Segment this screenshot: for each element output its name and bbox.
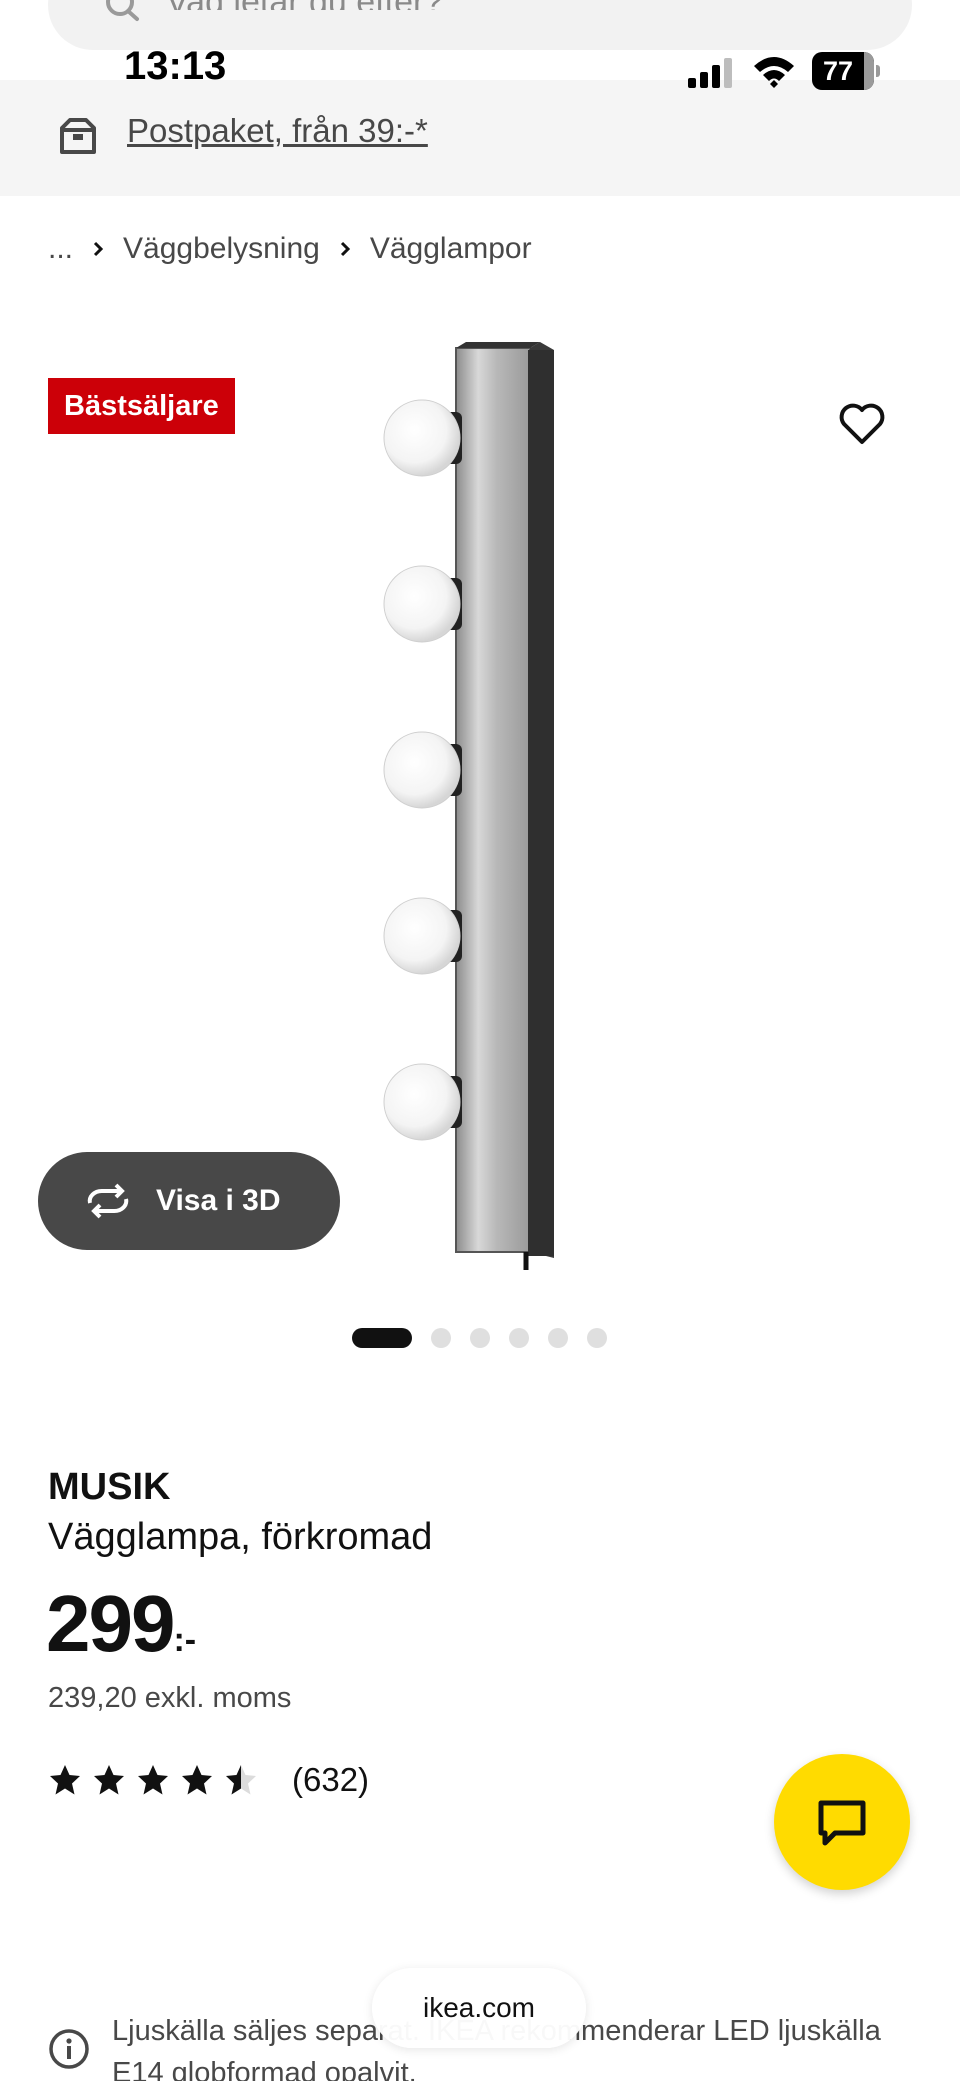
carousel-dot[interactable] (431, 1328, 451, 1348)
package-icon (60, 118, 96, 154)
info-icon (49, 2029, 89, 2069)
image-carousel-dots (352, 1327, 626, 1349)
product-price: 299:- (46, 1578, 196, 1670)
battery-cap (876, 65, 880, 77)
star-icon (182, 1765, 212, 1795)
bestseller-badge: Bästsäljare (48, 378, 235, 434)
carousel-dot[interactable] (470, 1328, 490, 1348)
carousel-dot[interactable] (352, 1328, 412, 1348)
chevron-right-icon (340, 241, 350, 257)
star-icon (138, 1765, 168, 1795)
carousel-dot[interactable] (548, 1328, 568, 1348)
breadcrumb: ... Väggbelysning Vägglampor (48, 228, 532, 270)
price-suffix: :- (173, 1621, 197, 1659)
chat-button[interactable] (774, 1754, 910, 1890)
view-3d-button[interactable]: Visa i 3D (38, 1152, 340, 1250)
delivery-link[interactable]: Postpaket, från 39:-* (127, 112, 428, 150)
chat-icon (818, 1800, 866, 1846)
breadcrumb-item-more[interactable]: ... (48, 232, 73, 266)
product-name: MUSIK (48, 1466, 171, 1508)
product-image[interactable] (380, 340, 580, 1280)
search-icon (106, 0, 139, 21)
status-time: 13:13 (124, 44, 227, 88)
heart-icon[interactable] (838, 400, 886, 448)
carousel-dot[interactable] (587, 1328, 607, 1348)
signal-icon (688, 58, 732, 88)
chevron-right-icon (93, 241, 104, 257)
rotate-3d-icon (87, 1183, 129, 1219)
star-icon (94, 1765, 124, 1795)
carousel-dot[interactable] (509, 1328, 529, 1348)
battery-empty (864, 52, 874, 90)
browser-url-pill[interactable]: ikea.com (372, 1968, 586, 2048)
search-placeholder: Vad letar du efter? (166, 0, 443, 10)
star-half-icon (226, 1765, 256, 1795)
wifi-icon (754, 57, 794, 88)
view-3d-label: Visa i 3D (156, 1184, 281, 1217)
battery-icon: 77 (812, 52, 880, 90)
battery-level: 77 (822, 56, 854, 86)
price-value: 299 (46, 1579, 175, 1668)
product-rating[interactable]: (632) (48, 1756, 369, 1804)
status-bar: 13:13 77 (0, 40, 960, 100)
battery-body: 77 (812, 52, 874, 90)
star-icon (50, 1765, 80, 1795)
breadcrumb-item-wall-lighting[interactable]: Väggbelysning (123, 232, 320, 266)
breadcrumb-item-wall-lamps[interactable]: Vägglampor (370, 232, 532, 266)
product-description: Vägglampa, förkromad (48, 1516, 433, 1558)
rating-count: (632) (292, 1761, 370, 1798)
price-excl-vat: 239,20 exkl. moms (48, 1682, 292, 1714)
